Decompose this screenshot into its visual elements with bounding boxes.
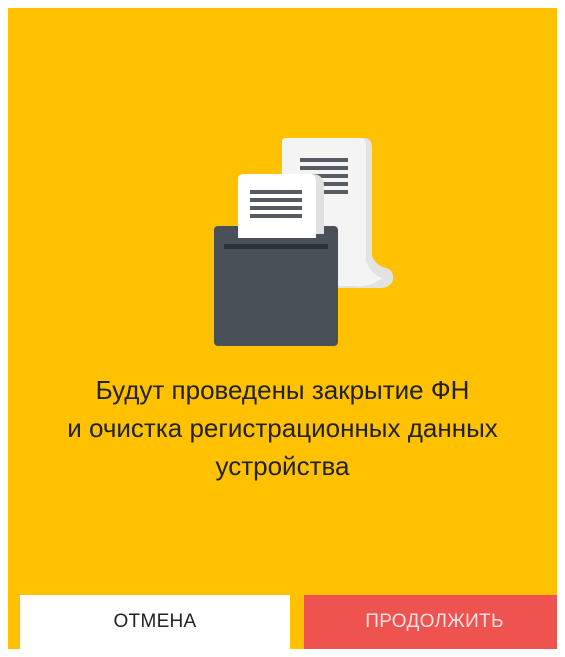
receipt-printer-icon	[194, 128, 394, 358]
front-receipt-shape	[238, 174, 324, 238]
cancel-button[interactable]: ОТМЕНА	[20, 595, 290, 649]
dialog-actions: ОТМЕНА ПРОДОЛЖИТЬ	[8, 595, 557, 649]
printer-slot-shape	[224, 244, 328, 249]
message-line: Будут проведены закрытие ФН	[95, 375, 470, 405]
continue-button[interactable]: ПРОДОЛЖИТЬ	[304, 595, 557, 649]
confirmation-message: Будут проведены закрытие ФН и очистка ре…	[8, 371, 557, 485]
confirm-dialog: Будут проведены закрытие ФН и очистка ре…	[8, 8, 557, 649]
message-line: устройства	[215, 451, 350, 481]
message-line: и очистка регистрационных данных	[67, 413, 498, 443]
